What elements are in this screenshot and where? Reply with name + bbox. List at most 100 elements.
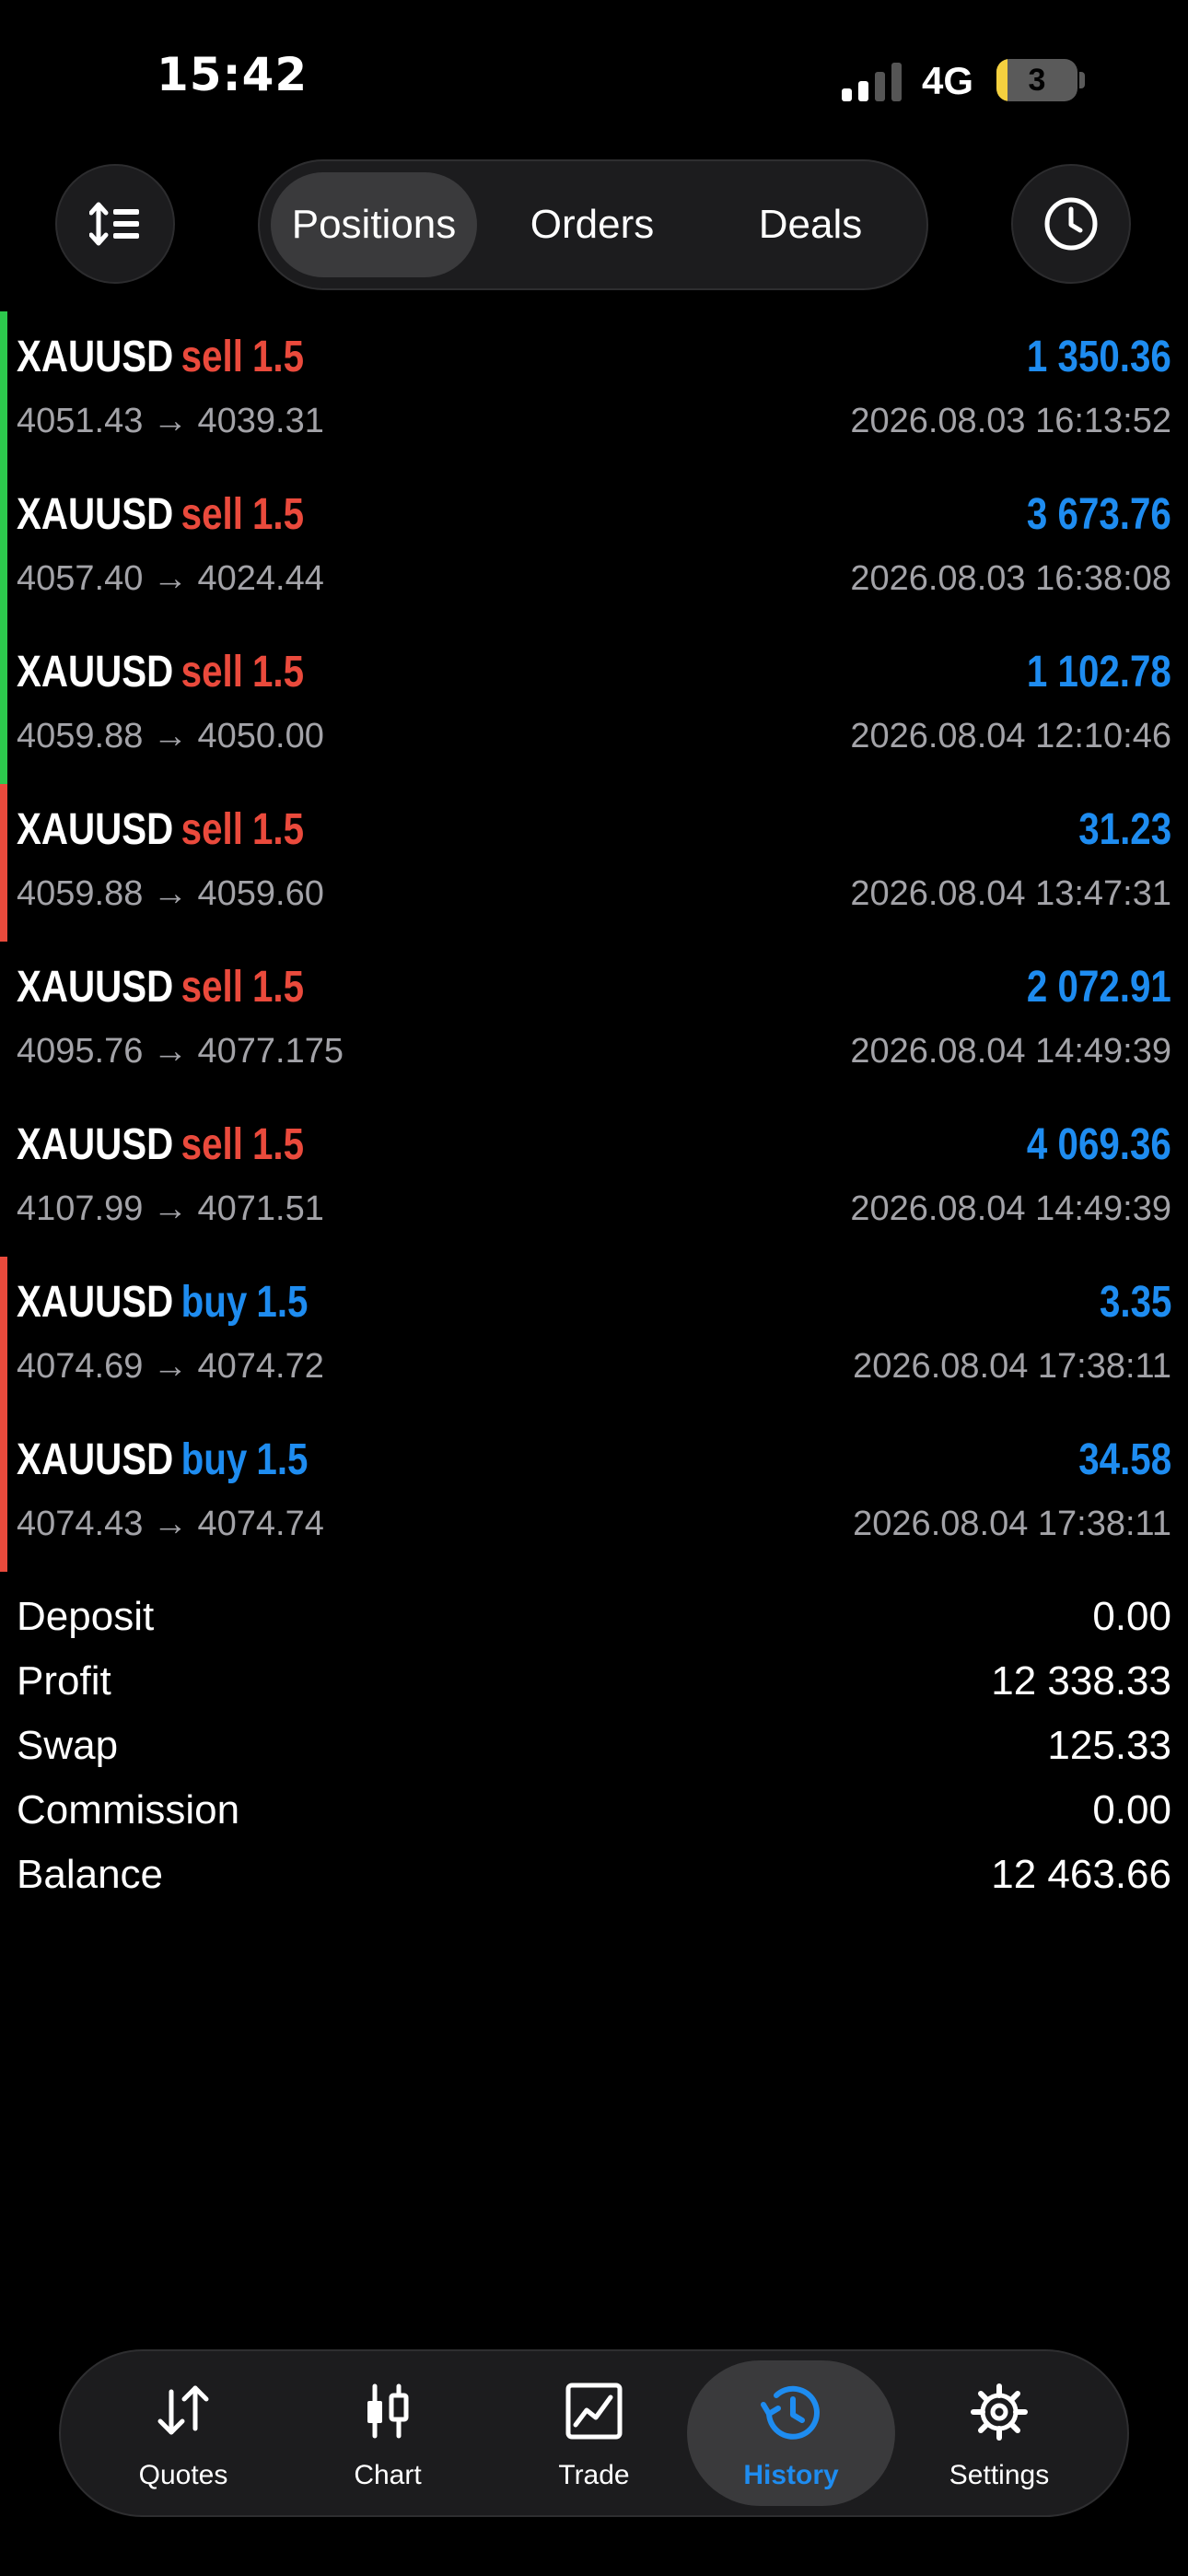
trade-volume: 1.5: [251, 490, 305, 539]
position-profit: 3.35: [1099, 1278, 1171, 1327]
summary-row-deposit: Deposit 0.00: [17, 1587, 1171, 1651]
list-item[interactable]: XAUUSD sell 1.5 4095.76 → 4077.175 2 072.9…: [0, 942, 1188, 1099]
trade-side: buy: [181, 1278, 248, 1327]
list-item[interactable]: XAUUSD sell 1.5 4051.43 → 4039.31 1 350.36…: [0, 311, 1188, 469]
list-item[interactable]: XAUUSD buy 1.5 4074.69 → 4074.72 3.35 2026…: [0, 1257, 1188, 1414]
list-item[interactable]: XAUUSD sell 1.5 4057.40 → 4024.44 3 673.76…: [0, 469, 1188, 626]
cellular-signal-icon: [842, 61, 906, 101]
price-range: 4095.76 → 4077.175: [17, 1032, 344, 1071]
summary-value: 0.00: [1092, 1787, 1171, 1832]
position-title: XAUUSD sell 1.5: [17, 804, 304, 855]
summary-row-commission: Commission 0.00: [17, 1780, 1171, 1844]
summary-label: Commission: [17, 1787, 240, 1832]
trade-side: sell: [181, 963, 243, 1012]
list-item[interactable]: XAUUSD sell 1.5 4107.99 → 4071.51 4 069.36…: [0, 1099, 1188, 1257]
symbol: XAUUSD: [17, 1435, 174, 1484]
summary-label: Deposit: [17, 1594, 155, 1639]
position-profit: 1 102.78: [1027, 648, 1171, 697]
price-range: 4059.88 → 4050.00: [17, 717, 324, 755]
profit-indicator-bar: [0, 784, 7, 942]
tab-positions[interactable]: Positions: [271, 172, 477, 277]
trade-side: sell: [181, 1120, 243, 1169]
symbol: XAUUSD: [17, 1120, 174, 1169]
trade-volume: 1.5: [256, 1435, 309, 1484]
sort-button[interactable]: [55, 164, 175, 284]
position-time: 2026.08.04 17:38:11: [853, 1505, 1171, 1543]
profit-indicator-bar: [0, 1099, 7, 1257]
position-title: XAUUSD sell 1.5: [17, 489, 304, 540]
position-time: 2026.08.04 13:47:31: [850, 874, 1171, 913]
list-item[interactable]: XAUUSD sell 1.5 4059.88 → 4059.60 31.23 20…: [0, 784, 1188, 942]
trade-side: sell: [181, 333, 243, 381]
tab-quotes[interactable]: Quotes: [79, 2360, 287, 2506]
profit-indicator-bar: [0, 626, 7, 784]
trade-volume: 1.5: [251, 333, 305, 381]
battery-icon: 3: [996, 59, 1077, 101]
trade-volume: 1.5: [251, 963, 305, 1012]
trade-volume: 1.5: [251, 805, 305, 854]
symbol: XAUUSD: [17, 648, 174, 697]
summary-row-swap: Swap 125.33: [17, 1715, 1171, 1780]
tab-positions-label: Positions: [291, 202, 457, 247]
trade-side: sell: [181, 805, 243, 854]
summary-value: 125.33: [1047, 1723, 1171, 1768]
profit-indicator-bar: [0, 311, 7, 469]
price-range: 4051.43 → 4039.31: [17, 402, 324, 440]
symbol: XAUUSD: [17, 1278, 174, 1327]
tab-trade[interactable]: Trade: [490, 2360, 698, 2506]
position-title: XAUUSD buy 1.5: [17, 1277, 308, 1328]
position-profit: 4 069.36: [1027, 1120, 1171, 1169]
symbol: XAUUSD: [17, 805, 174, 854]
symbol: XAUUSD: [17, 963, 174, 1012]
clock-icon: [1044, 197, 1098, 251]
tab-deals-label: Deals: [758, 202, 863, 247]
trade-volume: 1.5: [251, 648, 305, 697]
tab-label: Trade: [558, 2460, 630, 2490]
history-icon: [761, 2385, 820, 2440]
tab-history[interactable]: History: [687, 2360, 895, 2506]
position-profit: 2 072.91: [1027, 963, 1171, 1012]
profit-indicator-bar: [0, 469, 7, 626]
position-time: 2026.08.03 16:13:52: [850, 402, 1171, 440]
gear-icon: [971, 2383, 1028, 2441]
profit-indicator-bar: [0, 942, 7, 1099]
list-item[interactable]: XAUUSD buy 1.5 4074.43 → 4074.74 34.58 202…: [0, 1414, 1188, 1572]
price-range: 4074.69 → 4074.72: [17, 1347, 324, 1386]
trade-side: sell: [181, 648, 243, 697]
network-type: 4G: [922, 59, 974, 102]
profit-indicator-bar: [0, 1414, 7, 1572]
trade-volume: 1.5: [256, 1278, 309, 1327]
position-time: 2026.08.04 17:38:11: [853, 1347, 1171, 1386]
position-time: 2026.08.04 14:49:39: [850, 1032, 1171, 1071]
list-item[interactable]: XAUUSD sell 1.5 4059.88 → 4050.00 1 102.78…: [0, 626, 1188, 784]
status-time: 15:42: [157, 48, 309, 101]
tab-label: History: [743, 2460, 839, 2490]
sort-icon: [89, 202, 139, 246]
positions-orders-deals-segmented-control: Positions Orders Deals: [258, 159, 928, 290]
summary-label: Swap: [17, 1723, 119, 1768]
position-time: 2026.08.03 16:38:08: [850, 559, 1171, 598]
summary-value: 12 463.66: [991, 1852, 1171, 1897]
position-title: XAUUSD buy 1.5: [17, 1434, 308, 1485]
tab-settings[interactable]: Settings: [895, 2360, 1103, 2506]
tab-label: Settings: [949, 2460, 1050, 2490]
status-bar: 15:42 4G 3: [0, 0, 1188, 157]
tab-chart[interactable]: Chart: [284, 2360, 492, 2506]
period-button[interactable]: [1011, 164, 1131, 284]
summary-value: 12 338.33: [991, 1658, 1171, 1704]
position-time: 2026.08.04 14:49:39: [850, 1189, 1171, 1228]
position-title: XAUUSD sell 1.5: [17, 332, 304, 382]
tab-deals[interactable]: Deals: [707, 172, 914, 277]
price-range: 4057.40 → 4024.44: [17, 559, 324, 598]
position-title: XAUUSD sell 1.5: [17, 962, 304, 1013]
price-range: 4059.88 → 4059.60: [17, 874, 324, 913]
summary-row-profit: Profit 12 338.33: [17, 1651, 1171, 1715]
arrows-up-down-icon: [157, 2385, 209, 2435]
position-profit: 34.58: [1078, 1435, 1171, 1484]
position-profit: 31.23: [1078, 805, 1171, 854]
summary-label: Balance: [17, 1852, 164, 1897]
battery-tip: [1079, 72, 1085, 88]
position-time: 2026.08.04 12:10:46: [850, 717, 1171, 755]
tab-orders[interactable]: Orders: [488, 172, 696, 277]
symbol: XAUUSD: [17, 333, 174, 381]
